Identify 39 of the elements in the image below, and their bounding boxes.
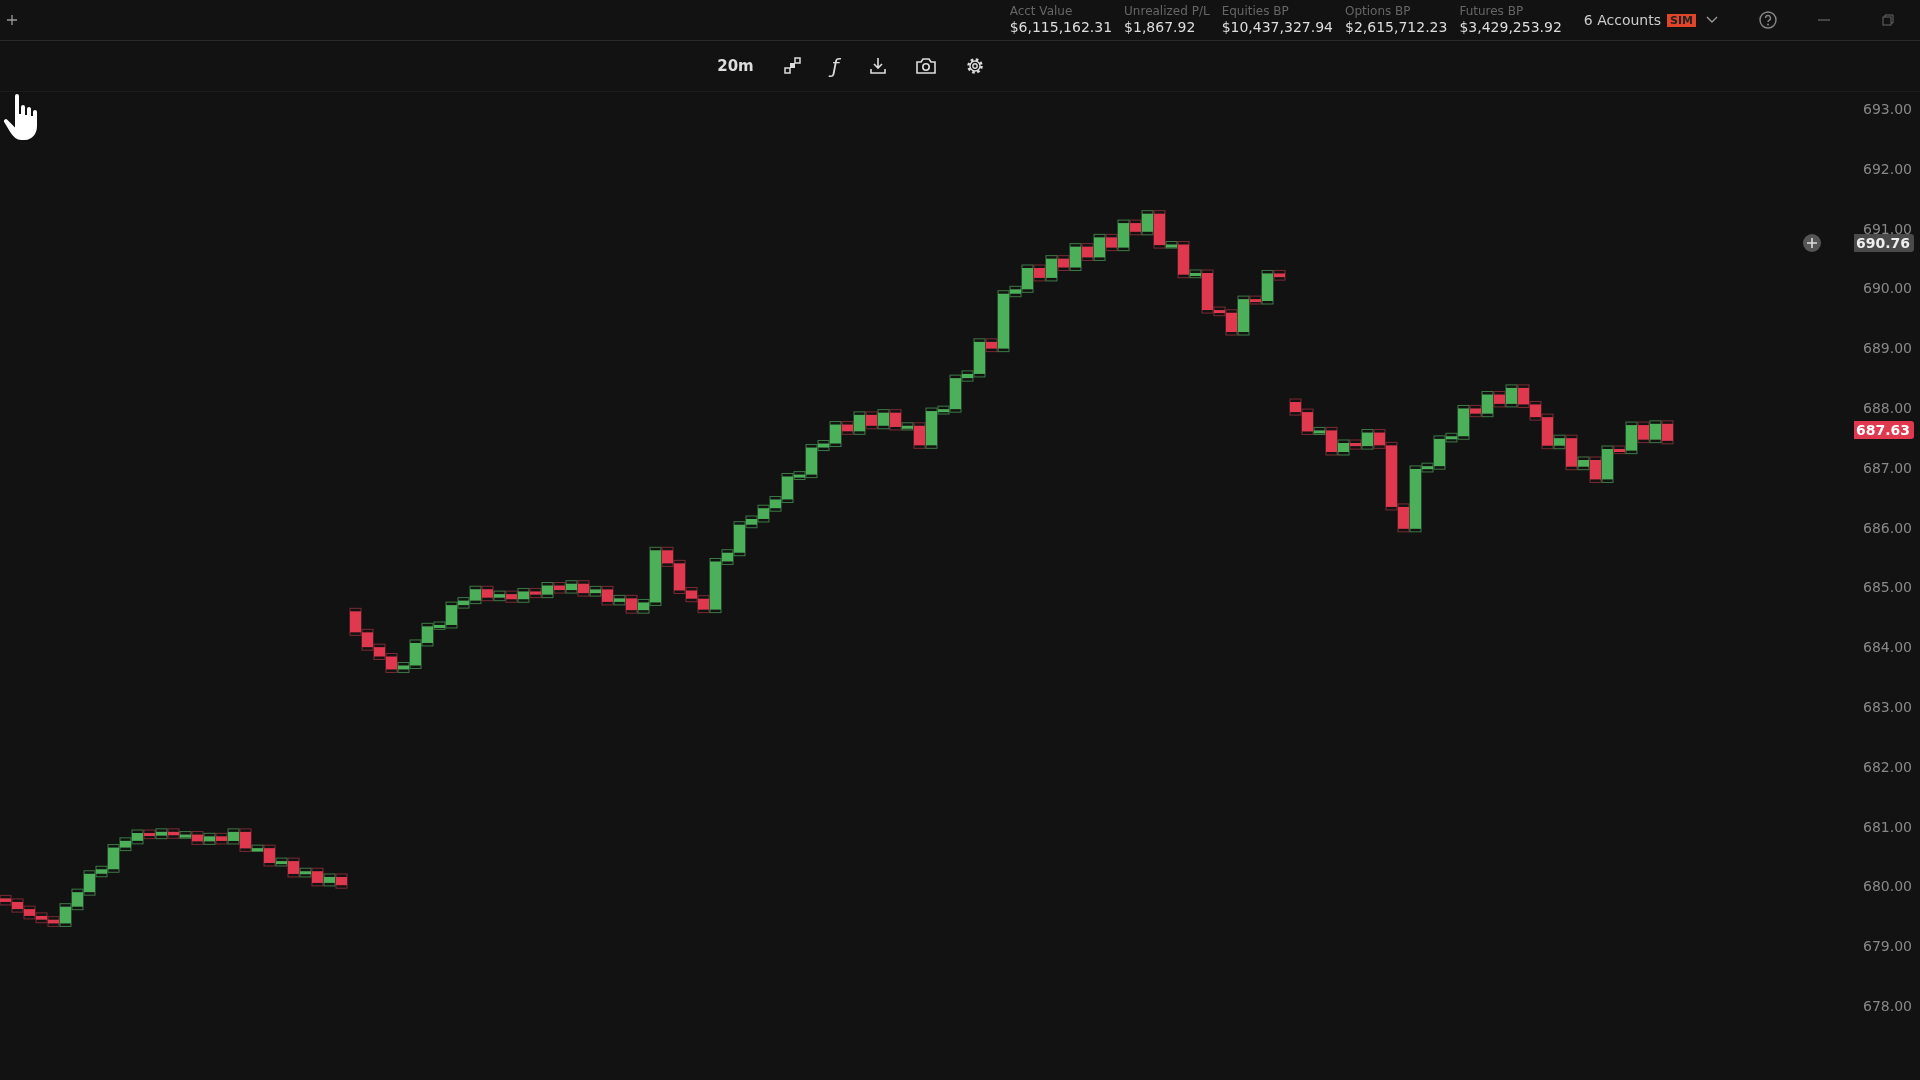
chevron-down-icon[interactable] <box>1706 16 1718 24</box>
price-axis-label: 684.00 <box>1863 639 1912 656</box>
price-axis-label: 680.00 <box>1863 878 1912 895</box>
stat-value: $1,867.92 <box>1124 18 1197 35</box>
download-icon[interactable] <box>868 57 887 75</box>
stat-label: Unrealized P/L <box>1124 5 1210 19</box>
stat-label: Options BP <box>1344 5 1412 19</box>
accounts-selector[interactable]: 6 Accounts <box>1583 12 1662 28</box>
crosshair-price-tag: 690.76 <box>1853 233 1914 252</box>
chart-type-icon[interactable] <box>783 57 802 75</box>
price-axis-label: 678.00 <box>1863 998 1912 1014</box>
price-axis-label: 687.00 <box>1863 459 1912 476</box>
price-axis-label: 685.00 <box>1863 579 1912 596</box>
studies-button[interactable]: ƒ <box>829 52 841 80</box>
last-price-tag: 687.63 <box>1853 421 1914 440</box>
price-axis-label: 686.00 <box>1863 519 1912 536</box>
settings-icon[interactable] <box>964 56 985 76</box>
stat-label: Equities BP <box>1221 5 1290 19</box>
add-order-icon[interactable] <box>1802 232 1822 253</box>
stat-value: $6,115,162.31 <box>1009 18 1113 35</box>
price-axis-label: 693.00 <box>1863 101 1912 117</box>
price-axis-label: 690.00 <box>1863 280 1912 297</box>
stat-label: Futures BP <box>1459 5 1525 19</box>
price-axis-label: 679.00 <box>1863 938 1912 955</box>
price-axis-label: 682.00 <box>1863 758 1912 775</box>
stat-value: $2,615,712.23 <box>1344 18 1448 35</box>
interval-button[interactable]: 20m <box>715 55 756 77</box>
plus-icon[interactable] <box>6 14 18 26</box>
sim-badge: SIM <box>1667 13 1696 27</box>
help-icon[interactable] <box>1758 10 1778 30</box>
price-axis-label: 688.00 <box>1863 400 1912 416</box>
stat-value: $3,429,253.92 <box>1459 18 1562 35</box>
stat-value: $10,437,327.94 <box>1221 18 1333 35</box>
camera-icon[interactable] <box>914 57 937 75</box>
price-axis-label: 692.00 <box>1863 160 1912 177</box>
price-axis-label: 681.00 <box>1863 818 1912 835</box>
stat-label: Acct Value <box>1009 5 1074 19</box>
price-axis-label: 689.00 <box>1863 340 1912 357</box>
price-axis-label: 683.00 <box>1863 699 1912 715</box>
